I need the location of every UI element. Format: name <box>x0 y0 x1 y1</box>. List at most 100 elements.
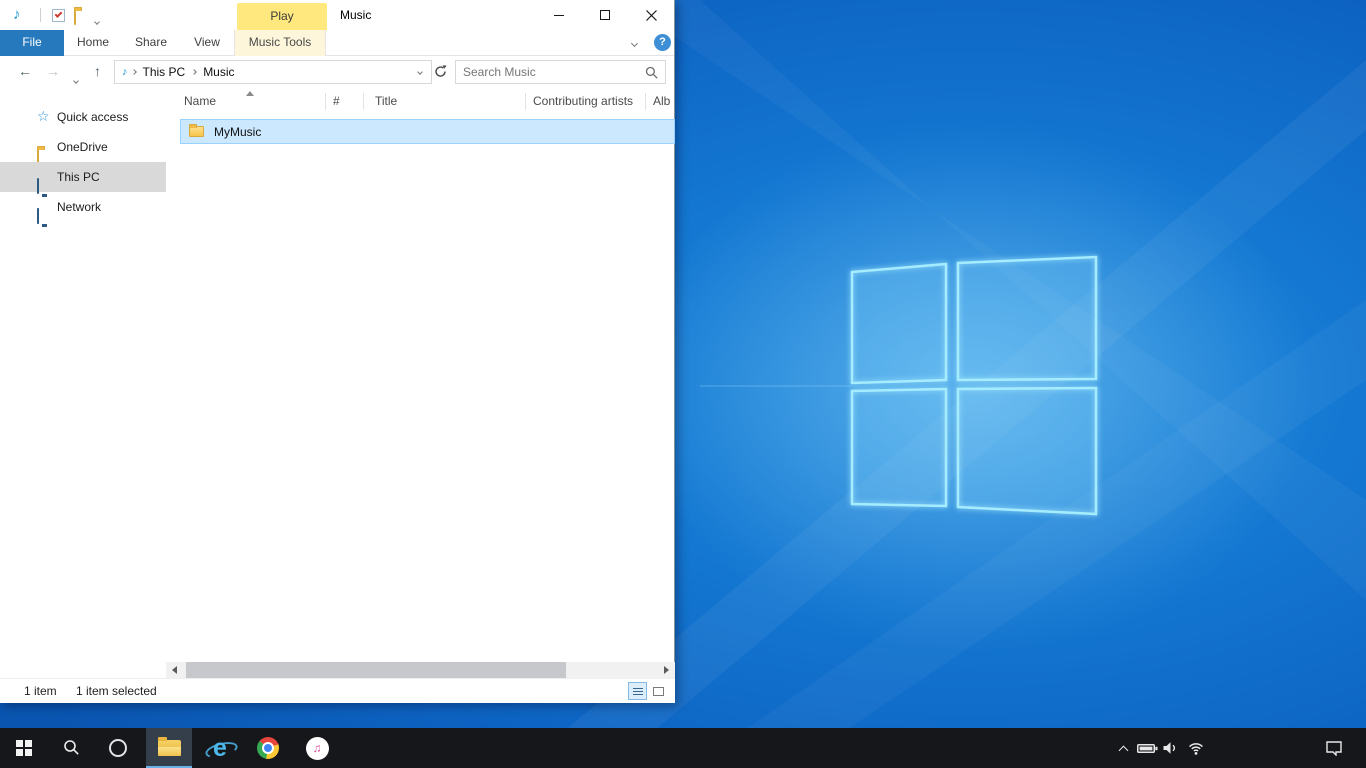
cortana-icon <box>109 739 127 757</box>
chrome-icon <box>257 737 279 759</box>
breadcrumb-segment[interactable]: Music <box>196 61 241 83</box>
column-header-row: Name # Title Contributing artists Alb <box>166 88 675 115</box>
address-dropdown-icon[interactable] <box>417 69 423 75</box>
tab-separator <box>325 30 326 56</box>
new-folder-icon[interactable] <box>74 10 76 24</box>
column-divider[interactable] <box>525 93 526 110</box>
contextual-tab-play[interactable]: Play <box>237 3 327 30</box>
column-header-number[interactable]: # <box>333 88 340 115</box>
sidebar-item-quick-access[interactable]: ☆ Quick access <box>0 102 166 132</box>
network-icon <box>37 201 39 231</box>
address-bar[interactable]: ♪ This PC Music <box>114 60 432 84</box>
music-note-icon: ♪ <box>122 66 128 78</box>
volume-icon <box>1162 741 1179 755</box>
column-header-contributing-artists[interactable]: Contributing artists <box>533 88 633 115</box>
properties-icon[interactable] <box>52 9 65 22</box>
taskbar-file-explorer-button[interactable] <box>146 728 192 768</box>
column-header-title[interactable]: Title <box>375 88 397 115</box>
tab-music-tools[interactable]: Music Tools <box>235 30 325 56</box>
expand-ribbon-button[interactable] <box>622 30 646 56</box>
tab-share[interactable]: Share <box>122 30 180 56</box>
search-icon[interactable] <box>645 66 659 83</box>
battery-icon <box>1137 742 1159 755</box>
close-button[interactable] <box>628 0 674 30</box>
sidebar-item-label: This PC <box>57 170 100 184</box>
file-explorer-icon <box>158 740 181 756</box>
navigation-pane: ☆ Quick access OneDrive This PC Network <box>0 88 166 678</box>
column-divider[interactable] <box>645 93 646 110</box>
file-name: MyMusic <box>214 125 261 139</box>
recent-locations-chevron-icon[interactable] <box>74 69 78 87</box>
action-center-button[interactable] <box>1322 728 1346 768</box>
cortana-button[interactable] <box>96 728 140 768</box>
search-icon <box>63 739 81 757</box>
status-bar: 1 item 1 item selected <box>0 678 675 703</box>
horizontal-scrollbar[interactable] <box>166 662 675 678</box>
column-header-name[interactable]: Name <box>184 88 216 115</box>
hidden-icons-button[interactable] <box>1112 728 1134 768</box>
taskbar-internet-explorer-button[interactable]: e <box>198 728 242 768</box>
details-view-icon <box>633 688 643 689</box>
up-button[interactable]: ↑ <box>94 62 101 80</box>
address-row: ← → ↑ ♪ This PC Music <box>0 56 674 88</box>
search-box <box>455 60 666 84</box>
taskbar-itunes-button[interactable]: ♫ <box>295 728 339 768</box>
large-icons-view-icon <box>653 687 664 696</box>
column-header-album[interactable]: Alb <box>653 88 670 115</box>
sort-ascending-icon <box>246 91 254 96</box>
star-icon: ☆ <box>37 108 50 124</box>
ribbon-tab-row: File Home Share View Music Tools ? <box>0 30 674 56</box>
sidebar-item-onedrive[interactable]: OneDrive <box>0 132 166 162</box>
music-note-icon: ♪ <box>13 7 21 22</box>
scrollbar-thumb[interactable] <box>186 662 566 678</box>
titlebar-separator <box>40 8 41 22</box>
help-button[interactable]: ? <box>654 34 671 51</box>
item-count: 1 item <box>24 679 57 703</box>
scroll-right-icon[interactable] <box>664 666 669 674</box>
back-button[interactable]: ← <box>18 62 32 80</box>
action-center-icon <box>1325 740 1344 756</box>
battery-status-button[interactable] <box>1136 728 1160 768</box>
maximize-icon <box>600 10 610 20</box>
large-icons-view-button[interactable] <box>649 682 668 700</box>
windows-logo-icon <box>16 740 32 756</box>
minimize-button[interactable] <box>536 0 582 30</box>
close-icon <box>646 10 657 21</box>
file-row-mymusic[interactable]: MyMusic <box>180 119 675 144</box>
search-input[interactable] <box>456 61 642 83</box>
refresh-icon <box>433 64 448 79</box>
scroll-left-icon[interactable] <box>172 666 177 674</box>
forward-button[interactable]: → <box>46 62 60 80</box>
taskbar: e ♫ <box>0 728 1366 768</box>
sidebar-item-this-pc[interactable]: This PC <box>0 162 166 192</box>
volume-button[interactable] <box>1158 728 1182 768</box>
wifi-icon <box>1186 741 1206 756</box>
title-bar: ♪ Play Music <box>0 0 674 30</box>
chevron-down-icon <box>630 39 637 46</box>
column-divider[interactable] <box>325 93 326 110</box>
minimize-icon <box>554 15 564 16</box>
details-view-button[interactable] <box>628 682 647 700</box>
tab-file[interactable]: File <box>0 30 64 56</box>
tab-view[interactable]: View <box>180 30 234 56</box>
start-button[interactable] <box>0 728 48 768</box>
chevron-up-icon <box>1118 745 1128 755</box>
sidebar-item-label: Quick access <box>57 110 128 124</box>
sidebar-item-label: Network <box>57 200 101 214</box>
refresh-button[interactable] <box>433 64 448 82</box>
file-explorer-window: ♪ Play Music File Home Share View Music … <box>0 0 675 703</box>
breadcrumb-segment[interactable]: This PC <box>136 61 193 83</box>
sidebar-item-network[interactable]: Network <box>0 192 166 222</box>
quick-access-toolbar-chevron-icon[interactable] <box>95 13 99 27</box>
wifi-button[interactable] <box>1184 728 1208 768</box>
selection-count: 1 item selected <box>76 679 157 703</box>
taskbar-chrome-button[interactable] <box>246 728 290 768</box>
internet-explorer-icon: e <box>206 734 234 762</box>
maximize-button[interactable] <box>582 0 628 30</box>
tab-home[interactable]: Home <box>64 30 122 56</box>
taskbar-search-button[interactable] <box>52 728 92 768</box>
sidebar-item-label: OneDrive <box>57 140 108 154</box>
folder-icon <box>189 126 204 137</box>
window-title: Music <box>340 0 371 30</box>
column-divider[interactable] <box>363 93 364 110</box>
